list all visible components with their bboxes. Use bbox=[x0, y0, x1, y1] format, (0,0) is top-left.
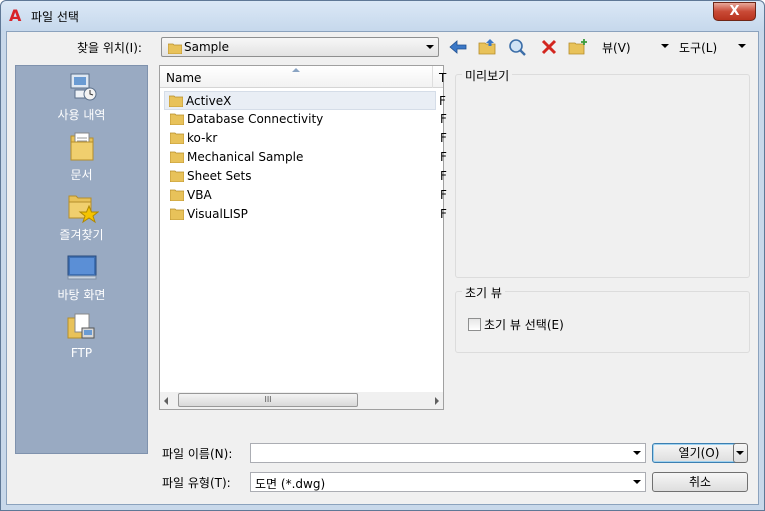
chevron-down-icon bbox=[426, 45, 434, 49]
initial-view-checkbox-label[interactable]: 초기 뷰 선택(E) bbox=[484, 316, 564, 333]
search-web-button[interactable] bbox=[507, 37, 529, 57]
initial-view-title: 초기 뷰 bbox=[462, 284, 505, 301]
folder-icon bbox=[170, 151, 184, 163]
look-in-label: 찾을 위치(I): bbox=[77, 41, 142, 55]
place-favorites[interactable]: 즐겨찾기 bbox=[16, 190, 147, 243]
search-icon bbox=[509, 39, 526, 56]
place-label: 사용 내역 bbox=[57, 108, 106, 122]
chevron-down-icon[interactable] bbox=[738, 44, 746, 48]
file-name: Mechanical Sample bbox=[187, 150, 304, 164]
ftp-icon bbox=[67, 313, 94, 339]
autocad-app-icon: A bbox=[9, 6, 22, 25]
chevron-down-icon bbox=[736, 451, 744, 455]
filetype-value: 도면 (*.dwg) bbox=[255, 477, 326, 491]
scroll-right-icon[interactable] bbox=[435, 397, 439, 405]
file-type: F bbox=[440, 112, 447, 126]
folder-icon bbox=[170, 208, 184, 220]
look-in-value: Sample bbox=[184, 40, 229, 54]
folder-icon bbox=[169, 95, 183, 107]
file-type: F bbox=[440, 150, 447, 164]
folder-icon bbox=[168, 43, 182, 54]
chevron-down-icon[interactable] bbox=[633, 480, 641, 484]
open-options-button[interactable] bbox=[733, 443, 748, 463]
file-type: F bbox=[440, 169, 447, 183]
place-documents[interactable]: 문서 bbox=[16, 130, 147, 183]
folder-icon bbox=[170, 113, 184, 125]
file-name: ActiveX bbox=[186, 94, 232, 108]
sort-ascending-icon bbox=[292, 68, 300, 72]
chevron-down-icon[interactable] bbox=[661, 44, 669, 48]
favorites-icon bbox=[68, 195, 99, 224]
scroll-left-icon[interactable] bbox=[164, 397, 168, 405]
up-folder-icon bbox=[478, 39, 496, 55]
preview-group: 미리보기 bbox=[455, 67, 750, 278]
column-separator[interactable] bbox=[432, 66, 433, 88]
list-item[interactable]: VisualLISP F bbox=[166, 205, 447, 224]
column-header-name[interactable]: Name bbox=[166, 71, 201, 85]
list-item[interactable]: VBA F bbox=[166, 186, 447, 205]
dialog-client-area: 찾을 위치(I): Sample 뷰(V) 도구(L) 사용 내역 문서 즐겨찾… bbox=[6, 31, 759, 505]
file-name: ko-kr bbox=[187, 131, 218, 145]
filetype-label: 파일 유형(T): bbox=[162, 476, 231, 490]
tools-menu[interactable]: 도구(L) bbox=[679, 39, 717, 56]
cancel-button[interactable]: 취소 bbox=[652, 472, 748, 492]
folder-icon bbox=[170, 132, 184, 144]
file-name: VisualLISP bbox=[187, 207, 248, 221]
new-folder-icon bbox=[568, 39, 587, 55]
file-name: Sheet Sets bbox=[187, 169, 252, 183]
window-title: 파일 선택 bbox=[31, 10, 79, 24]
close-button[interactable]: X bbox=[713, 2, 756, 21]
file-type: F bbox=[440, 207, 447, 221]
file-select-dialog: A 파일 선택 X 찾을 위치(I): Sample 뷰(V) 도구(L) 사용… bbox=[0, 0, 765, 511]
documents-icon bbox=[70, 132, 93, 161]
list-item[interactable]: Database Connectivity F bbox=[166, 110, 447, 129]
back-arrow-icon bbox=[449, 40, 467, 54]
file-type: F bbox=[440, 131, 447, 145]
preview-title: 미리보기 bbox=[462, 67, 513, 84]
view-menu[interactable]: 뷰(V) bbox=[602, 39, 631, 56]
desktop-icon bbox=[67, 255, 96, 280]
list-item[interactable]: ko-kr F bbox=[166, 129, 447, 148]
folder-icon bbox=[170, 189, 184, 201]
list-item[interactable]: Sheet Sets F bbox=[166, 167, 447, 186]
history-icon bbox=[70, 73, 96, 101]
place-label: 즐겨찾기 bbox=[59, 228, 104, 242]
file-name: Database Connectivity bbox=[187, 112, 324, 126]
scroll-thumb[interactable]: III bbox=[178, 393, 358, 407]
up-folder-button[interactable] bbox=[477, 37, 499, 57]
initial-view-checkbox[interactable] bbox=[468, 318, 481, 331]
place-history[interactable]: 사용 내역 bbox=[16, 70, 147, 123]
look-in-combo[interactable]: Sample bbox=[161, 37, 439, 57]
place-label: 바탕 화면 bbox=[57, 288, 106, 302]
delete-icon bbox=[541, 39, 557, 55]
file-list[interactable]: Name T ActiveX F Database Connectivity F… bbox=[159, 65, 447, 410]
file-type: F bbox=[439, 94, 446, 108]
place-ftp[interactable]: FTP bbox=[16, 310, 147, 360]
filename-label: 파일 이름(N): bbox=[162, 447, 233, 461]
delete-button[interactable] bbox=[538, 37, 560, 57]
file-type: F bbox=[440, 188, 447, 202]
places-bar: 사용 내역 문서 즐겨찾기 바탕 화면 FTP bbox=[15, 65, 148, 454]
file-name: VBA bbox=[187, 188, 212, 202]
filename-input[interactable] bbox=[250, 443, 646, 463]
folder-icon bbox=[170, 170, 184, 182]
place-label: 문서 bbox=[70, 168, 93, 182]
place-label: FTP bbox=[70, 346, 93, 360]
back-button[interactable] bbox=[447, 37, 469, 57]
column-header-row: Name T bbox=[160, 66, 446, 88]
initial-view-group: 초기 뷰 초기 뷰 선택(E) bbox=[455, 284, 750, 353]
horizontal-scrollbar[interactable]: III bbox=[160, 392, 443, 409]
chevron-down-icon[interactable] bbox=[633, 451, 641, 455]
open-button[interactable]: 열기(O) bbox=[652, 443, 746, 463]
place-desktop[interactable]: 바탕 화면 bbox=[16, 250, 147, 303]
list-item[interactable]: ActiveX F bbox=[164, 91, 446, 110]
list-item[interactable]: Mechanical Sample F bbox=[166, 148, 447, 167]
new-folder-button[interactable] bbox=[567, 37, 589, 57]
filetype-combo[interactable]: 도면 (*.dwg) bbox=[250, 472, 646, 492]
title-bar[interactable]: A 파일 선택 X bbox=[1, 1, 764, 31]
column-header-type[interactable]: T bbox=[439, 71, 446, 85]
